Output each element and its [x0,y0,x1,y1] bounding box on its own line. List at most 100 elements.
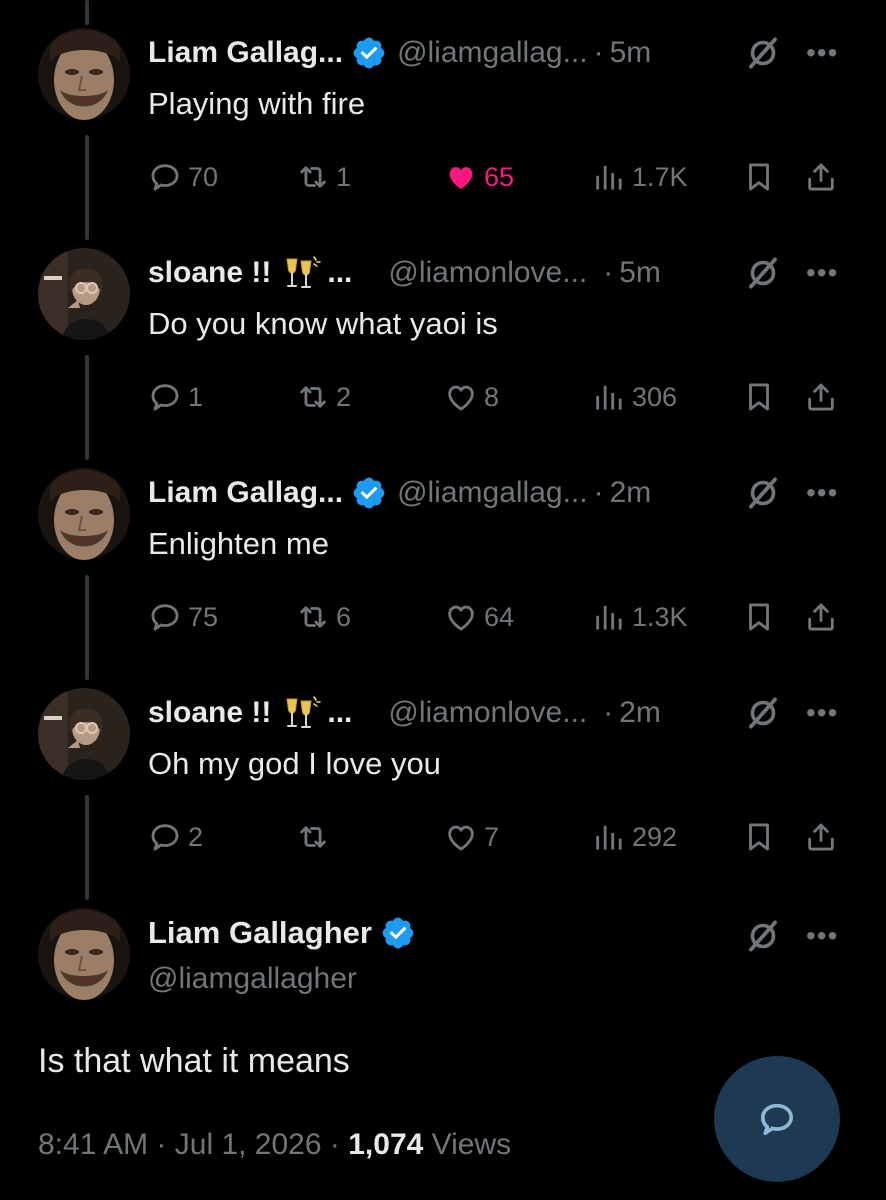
bookmark-button[interactable] [742,817,782,857]
heart-icon [444,820,478,854]
views-button[interactable]: 292 [592,817,677,857]
timestamp[interactable]: 5m [619,256,661,290]
grok-icon[interactable] [745,255,781,291]
grok-icon[interactable] [745,35,781,71]
verified-badge-icon [351,35,387,71]
tweet-meta: 8:41 AM · Jul 1, 2026 · 1,074 Views [38,1128,511,1162]
like-button[interactable]: 7 [444,817,499,857]
share-button[interactable] [804,597,844,637]
action-bar: 1 2 8 306 [148,377,848,417]
bookmark-icon [742,600,776,634]
like-button[interactable]: 8 [444,377,499,417]
tweet-text: Is that what it means [38,1042,350,1080]
bookmark-button[interactable] [742,157,782,197]
tweet-header: Liam Gallag... @liamgallag... · 5m [148,33,846,73]
reply-button[interactable]: 1 [148,377,203,417]
repost-count: 1 [336,161,352,192]
timestamp[interactable]: 2m [619,696,661,730]
display-name[interactable]: sloane !! [148,256,271,290]
repost-button[interactable] [296,817,336,857]
view-count: 306 [632,381,678,412]
tweet-header: sloane !! ... @liamonlove... · 5m [148,253,846,293]
thread-line [85,575,89,680]
avatar[interactable] [38,28,130,120]
reply-button[interactable]: 75 [148,597,218,637]
timestamp[interactable]: 2m [610,476,652,510]
more-dots-icon[interactable]: ••• [806,920,838,952]
thread-line [85,0,89,25]
views-button[interactable]: 1.7K [592,157,688,197]
views-label: Views [431,1128,512,1161]
share-icon [804,600,838,634]
reply-icon [148,380,182,414]
tweet-text: Enlighten me [148,526,329,561]
tweet-text: Oh my god I love you [148,746,441,781]
separator-dot: · [593,476,604,509]
reply-icon [148,600,182,634]
reply-icon [148,160,182,194]
user-handle[interactable]: @liamonlove... [388,256,587,290]
like-button[interactable]: 65 [444,157,514,197]
grok-icon[interactable] [745,918,781,954]
repost-icon [296,160,330,194]
view-count: 1.7K [632,161,688,192]
share-button[interactable] [804,157,844,197]
reply-count: 2 [188,821,204,852]
more-dots-icon[interactable]: ••• [806,257,838,289]
bookmark-icon [742,820,776,854]
share-button[interactable] [804,377,844,417]
user-handle[interactable]: @liamgallag... [397,476,588,510]
user-handle[interactable]: @liamgallag... [397,36,588,70]
views-icon [592,160,626,194]
heart-icon [444,600,478,634]
reply-button[interactable]: 70 [148,157,218,197]
post-time[interactable]: 8:41 AM [38,1128,148,1161]
repost-count: 6 [336,601,352,632]
more-dots-icon[interactable]: ••• [806,477,838,509]
bookmark-button[interactable] [742,377,782,417]
heart-icon [444,380,478,414]
views-button[interactable]: 306 [592,377,677,417]
like-button[interactable]: 64 [444,597,514,637]
display-name[interactable]: Liam Gallag... [148,36,343,70]
avatar[interactable] [38,248,130,340]
repost-count: 2 [336,381,352,412]
share-button[interactable] [804,817,844,857]
thread-line [85,135,89,240]
user-handle[interactable]: @liamonlove... [388,696,587,730]
avatar[interactable] [38,688,130,780]
repost-button[interactable]: 2 [296,377,351,417]
like-count: 65 [484,161,515,192]
views-button[interactable]: 1.3K [592,597,688,637]
verified-badge-icon [380,915,416,951]
display-name[interactable]: Liam Gallag... [148,476,343,510]
timestamp[interactable]: 5m [610,36,652,70]
avatar[interactable] [38,468,130,560]
display-name[interactable]: sloane !! [148,696,271,730]
view-count: 292 [632,821,678,852]
bookmark-icon [742,160,776,194]
repost-button[interactable]: 1 [296,157,351,197]
tweet-header: Liam Gallag... @liamgallag... · 2m [148,473,846,513]
more-dots-icon[interactable]: ••• [806,697,838,729]
clinking-glasses-emoji [281,255,321,291]
verified-badge-icon [351,475,387,511]
views-icon [592,600,626,634]
separator-dot: · [593,36,604,69]
repost-button[interactable]: 6 [296,597,351,637]
reply-button[interactable]: 2 [148,817,203,857]
bookmark-button[interactable] [742,597,782,637]
avatar[interactable] [38,908,130,1000]
repost-icon [296,600,330,634]
reply-fab-button[interactable] [714,1056,840,1182]
display-name[interactable]: Liam Gallagher [148,915,372,951]
separator-dot: · [603,256,614,289]
thread-line [85,355,89,460]
post-date[interactable]: Jul 1, 2026 [175,1128,322,1161]
grok-icon[interactable] [745,475,781,511]
more-dots-icon[interactable]: ••• [806,37,838,69]
view-count: 1.3K [632,601,688,632]
user-handle[interactable]: @liamgallagher [148,962,357,996]
separator-dot: · [603,696,614,729]
grok-icon[interactable] [745,695,781,731]
